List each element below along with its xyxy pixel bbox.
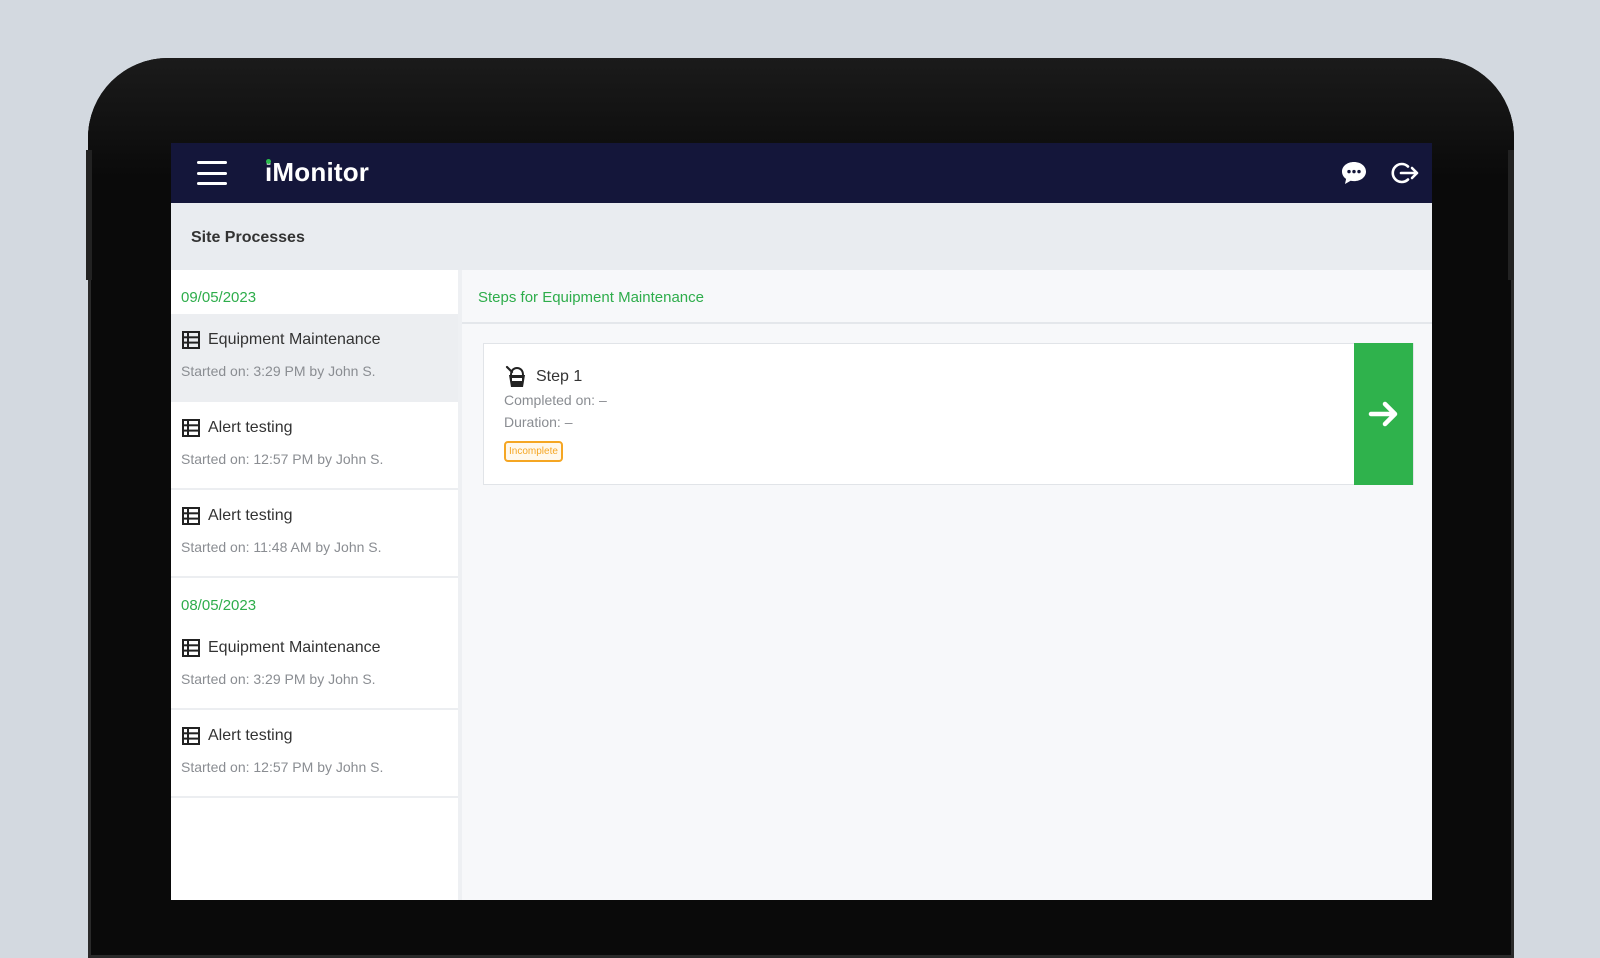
maintenance-bucket-icon bbox=[505, 365, 525, 387]
process-list-icon bbox=[182, 639, 200, 657]
process-list-icon bbox=[182, 507, 200, 525]
step-title: Step 1 bbox=[536, 368, 583, 385]
top-app-bar: iMonitor bbox=[171, 143, 1432, 203]
app-screen: iMonitor Site Processes 09/05/2023 Equip… bbox=[171, 143, 1432, 900]
process-started-on: Started on: 11:48 AM by John S. bbox=[181, 539, 382, 555]
app-name: iMonitor bbox=[265, 157, 370, 187]
process-name: Alert testing bbox=[208, 419, 293, 436]
steps-header: Steps for Equipment Maintenance bbox=[462, 270, 1432, 324]
process-list-icon bbox=[182, 331, 200, 349]
process-list-icon bbox=[182, 727, 200, 745]
list-item[interactable]: Equipment Maintenance Started on: 3:29 P… bbox=[171, 314, 458, 402]
process-list-icon bbox=[182, 419, 200, 437]
logo-dot bbox=[266, 159, 271, 164]
tablet-side-button-left bbox=[86, 150, 92, 280]
process-name: Alert testing bbox=[208, 727, 293, 744]
arrow-right-icon bbox=[1368, 401, 1397, 427]
steps-panel: Steps for Equipment Maintenance Step 1 C… bbox=[462, 270, 1432, 900]
step-completed-on: Completed on: – bbox=[504, 392, 607, 408]
step-duration: Duration: – bbox=[504, 414, 573, 430]
chat-bubble-icon[interactable] bbox=[1338, 157, 1370, 189]
list-item[interactable]: Alert testing Started on: 11:48 AM by Jo… bbox=[171, 490, 458, 578]
process-list-panel: 09/05/2023 Equipment Maintenance Started… bbox=[171, 270, 462, 900]
logout-icon[interactable] bbox=[1389, 157, 1421, 189]
open-step-button[interactable] bbox=[1354, 343, 1413, 485]
status-badge: Incomplete bbox=[504, 441, 563, 462]
process-started-on: Started on: 12:57 PM by John S. bbox=[181, 451, 384, 467]
hamburger-menu-icon[interactable] bbox=[197, 161, 227, 185]
process-name: Equipment Maintenance bbox=[208, 639, 381, 656]
page-title: Site Processes bbox=[191, 229, 305, 246]
list-item[interactable]: Equipment Maintenance Started on: 3:29 P… bbox=[171, 622, 458, 710]
tablet-side-button-right bbox=[1508, 150, 1514, 280]
app-logo: iMonitor bbox=[265, 157, 369, 188]
date-group-header: 09/05/2023 bbox=[181, 288, 257, 306]
process-started-on: Started on: 3:29 PM by John S. bbox=[181, 671, 376, 687]
step-card[interactable]: Step 1 Completed on: – Duration: – Incom… bbox=[483, 343, 1414, 485]
process-name: Equipment Maintenance bbox=[208, 331, 381, 348]
process-started-on: Started on: 12:57 PM by John S. bbox=[181, 759, 384, 775]
process-started-on: Started on: 3:29 PM by John S. bbox=[181, 363, 376, 379]
list-item[interactable]: Alert testing Started on: 12:57 PM by Jo… bbox=[171, 402, 458, 490]
date-group-header: 08/05/2023 bbox=[181, 596, 257, 614]
process-name: Alert testing bbox=[208, 507, 293, 524]
page-header: Site Processes bbox=[171, 203, 1432, 270]
list-item[interactable]: Alert testing Started on: 12:57 PM by Jo… bbox=[171, 710, 458, 798]
